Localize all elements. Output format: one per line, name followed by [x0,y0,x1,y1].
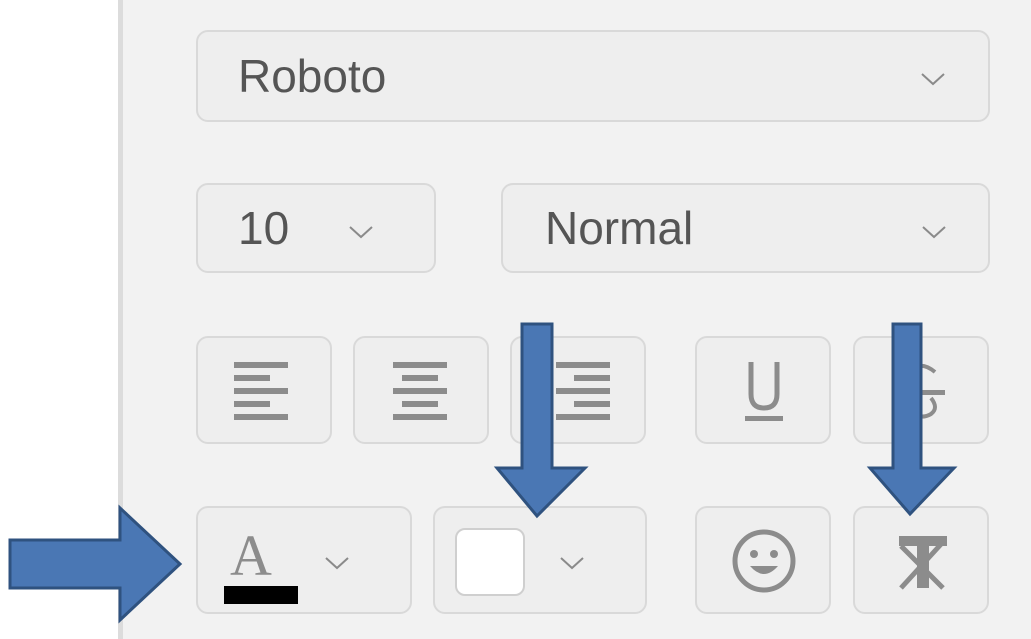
text-color-button[interactable]: A [196,506,412,614]
chevron-down-icon [920,72,946,86]
align-right-button[interactable] [510,336,646,444]
align-left-button[interactable] [196,336,332,444]
paragraph-style-select[interactable]: Normal [501,183,990,273]
highlight-color-button[interactable] [433,506,647,614]
font-family-value: Roboto [238,50,387,102]
strikethrough-icon [901,363,945,419]
text-color-glyph: A [230,523,272,588]
text-color-swatch [224,586,298,604]
font-size-value: 10 [238,202,290,254]
clear-format-icon [899,536,947,590]
align-right-icon [556,362,610,420]
strikethrough-button[interactable] [853,336,989,444]
align-center-icon [393,362,447,420]
chevron-down-icon [348,225,374,239]
align-left-icon [234,362,288,420]
font-size-select[interactable]: 10 [196,183,436,273]
chevron-down-icon [324,556,350,570]
underline-button[interactable] [695,336,831,444]
highlight-color-swatch [455,528,525,596]
font-family-select[interactable]: Roboto [196,30,990,122]
emoji-button[interactable] [695,506,831,614]
chevron-down-icon [559,556,585,570]
chevron-down-icon [921,225,947,239]
clear-formatting-button[interactable] [853,506,989,614]
align-center-button[interactable] [353,336,489,444]
paragraph-style-value: Normal [545,202,694,254]
underline-icon [745,362,783,421]
emoji-icon [732,529,796,593]
screenshot-stage: Roboto 10 Normal A [0,0,1031,639]
format-toolbar-panel: Roboto 10 Normal A [118,0,1031,639]
